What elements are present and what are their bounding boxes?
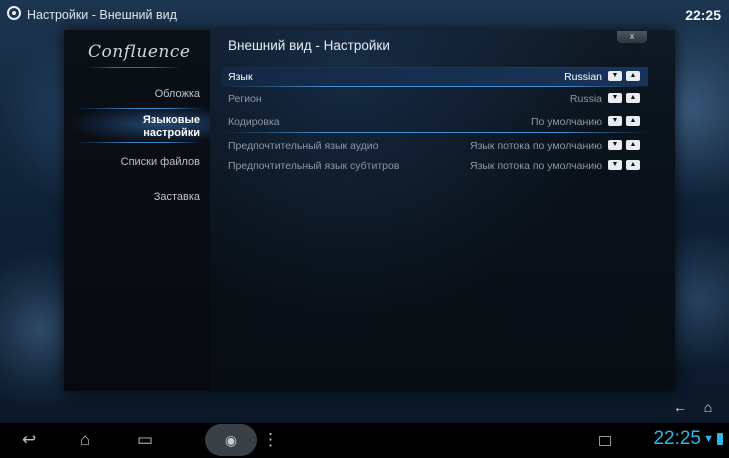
spin-up-button[interactable]: ▲ [626,160,640,170]
nav-separator [74,108,204,109]
spin-up-button[interactable]: ▲ [626,71,640,81]
sidebar-item-language[interactable]: Языковые настройки [70,114,200,140]
setting-value: Russia [569,93,602,105]
sidebar-item-label: Заставка [153,191,200,203]
sidebar-item-file-lists[interactable]: Списки файлов [70,156,200,169]
spin-down-button[interactable]: ▼ [608,160,622,170]
android-nav-bar: ↩ ⌂ ▭ ◉ ⋮ 22:25 ▼ [0,423,729,458]
setting-label: Язык [228,71,253,83]
spin-down-button[interactable]: ▼ [608,93,622,103]
setting-label: Регион [228,93,262,105]
setting-value: По умолчанию [530,116,602,128]
setting-row-charset[interactable]: Кодировка По умолчанию ▼ ▲ [226,112,646,131]
setting-label: Предпочтительный язык субтитров [228,160,400,172]
spin-down-button[interactable]: ▼ [608,140,622,150]
setting-value: Russian [564,71,602,83]
top-bar: Настройки - Внешний вид 22:25 [0,0,729,30]
home-icon[interactable]: ⌂ [697,398,719,416]
recent-apps-icon[interactable]: ▭ [137,431,153,449]
sidebar-item-screensaver[interactable]: Заставка [70,191,200,204]
clock: 22:25 [685,7,721,23]
nav-separator [74,142,204,143]
breadcrumb: Настройки - Внешний вид [27,8,177,22]
sidebar-item-label-line2: настройки [143,127,200,139]
settings-content: Внешний вид - Настройки x Язык Russian ▼… [210,30,675,391]
sidebar: Confluence Обложка Языковые настройки Сп… [64,30,210,391]
settings-dialog: Confluence Обложка Языковые настройки Сп… [64,30,675,391]
spin-up-button[interactable]: ▲ [626,93,640,103]
spin-up-button[interactable]: ▲ [626,116,640,126]
back-arrow-icon[interactable]: ← [669,398,691,416]
setting-value: Язык потока по умолчанию [469,160,602,172]
setting-row-language[interactable]: Язык Russian ▼ ▲ [222,67,648,86]
focus-line [222,86,648,87]
section-divider [222,132,648,133]
setting-row-subtitle-language[interactable]: Предпочтительный язык субтитров Язык пот… [226,156,646,175]
kodi-logo-icon [7,6,21,20]
spin-down-button[interactable]: ▼ [608,71,622,81]
home-icon[interactable]: ⌂ [80,431,90,449]
camera-icon[interactable]: ◉ [205,424,257,456]
setting-label: Предпочтительный язык аудио [228,140,379,152]
sidebar-item-skin[interactable]: Обложка [70,88,200,101]
sidebar-item-label: Списки файлов [120,156,200,168]
setting-value: Язык потока по умолчанию [469,140,602,152]
setting-label: Кодировка [228,116,280,128]
close-button[interactable]: x [617,31,647,43]
screen: Настройки - Внешний вид 22:25 Confluence… [0,0,729,458]
sidebar-item-label: Обложка [154,88,200,100]
sidebar-item-label-line1: Языковые [142,114,200,126]
setting-row-region[interactable]: Регион Russia ▼ ▲ [226,89,646,108]
gallery-icon[interactable] [599,436,611,446]
back-icon[interactable]: ↩ [22,431,36,449]
logo-underline [86,67,181,68]
battery-icon [717,433,723,445]
dialog-title: Внешний вид - Настройки [228,38,390,53]
wifi-icon: ▼ [703,433,714,445]
spin-up-button[interactable]: ▲ [626,140,640,150]
setting-row-audio-language[interactable]: Предпочтительный язык аудио Язык потока … [226,136,646,155]
menu-icon[interactable]: ⋮ [262,431,279,449]
skin-logo: Confluence [88,42,191,62]
system-clock: 22:25 [653,428,701,449]
spin-down-button[interactable]: ▼ [608,116,622,126]
